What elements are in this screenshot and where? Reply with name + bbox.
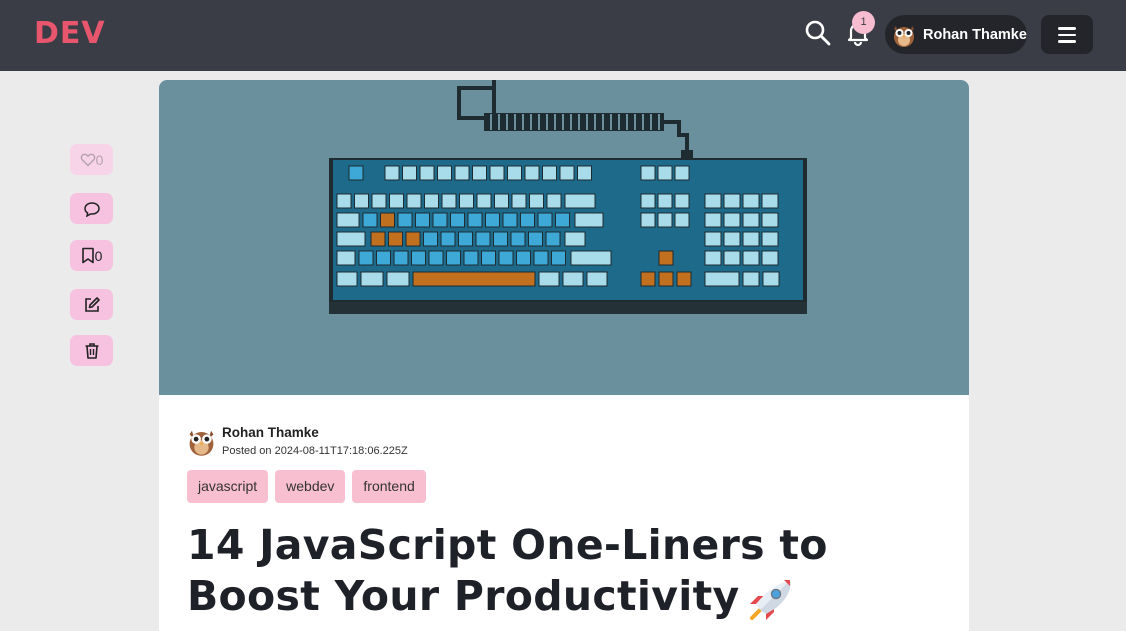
bookmark-icon	[81, 247, 94, 264]
tag-webdev[interactable]: webdev	[275, 470, 346, 503]
cover-image	[159, 80, 969, 395]
trash-icon	[85, 342, 98, 359]
user-menu-button[interactable]: Rohan Thamke	[885, 15, 1027, 54]
posted-date: Posted on 2024-08-11T17:18:06.225Z	[222, 445, 408, 457]
like-button[interactable]: 0	[70, 144, 113, 175]
article-title: 14 JavaScript One-Liners to Boost Your P…	[187, 520, 927, 624]
comment-button[interactable]	[70, 193, 113, 224]
keyboard-illustration	[329, 80, 807, 314]
article-title-line1: 14 JavaScript One-Liners to	[187, 521, 828, 569]
edit-button[interactable]	[70, 289, 113, 320]
notification-badge: 1	[852, 11, 875, 34]
tag-list: javascript webdev frontend	[187, 470, 426, 503]
search-icon[interactable]	[804, 19, 832, 47]
article-title-line2: Boost Your Productivity	[187, 572, 740, 620]
edit-icon	[84, 296, 100, 312]
user-name: Rohan Thamke	[923, 26, 1027, 43]
owl-avatar-icon	[894, 25, 914, 47]
tag-frontend[interactable]: frontend	[352, 470, 426, 503]
rocket-icon	[749, 580, 791, 620]
author-avatar-icon[interactable]	[186, 426, 217, 457]
delete-button[interactable]	[70, 335, 113, 366]
author-name[interactable]: Rohan Thamke	[222, 425, 408, 440]
tag-javascript[interactable]: javascript	[187, 470, 269, 503]
bookmark-button[interactable]: 0	[70, 240, 113, 271]
comment-icon	[83, 201, 100, 217]
author-info: Rohan Thamke Posted on 2024-08-11T17:18:…	[186, 424, 408, 457]
like-count: 0	[95, 151, 104, 168]
article-card: Rohan Thamke Posted on 2024-08-11T17:18:…	[159, 80, 969, 631]
hamburger-menu-icon[interactable]	[1041, 15, 1093, 54]
dev-logo[interactable]: DEV	[34, 16, 106, 51]
bookmark-count: 0	[94, 247, 103, 264]
heart-icon	[80, 153, 95, 167]
top-navbar: DEV 1 Rohan Thamke	[0, 0, 1126, 71]
